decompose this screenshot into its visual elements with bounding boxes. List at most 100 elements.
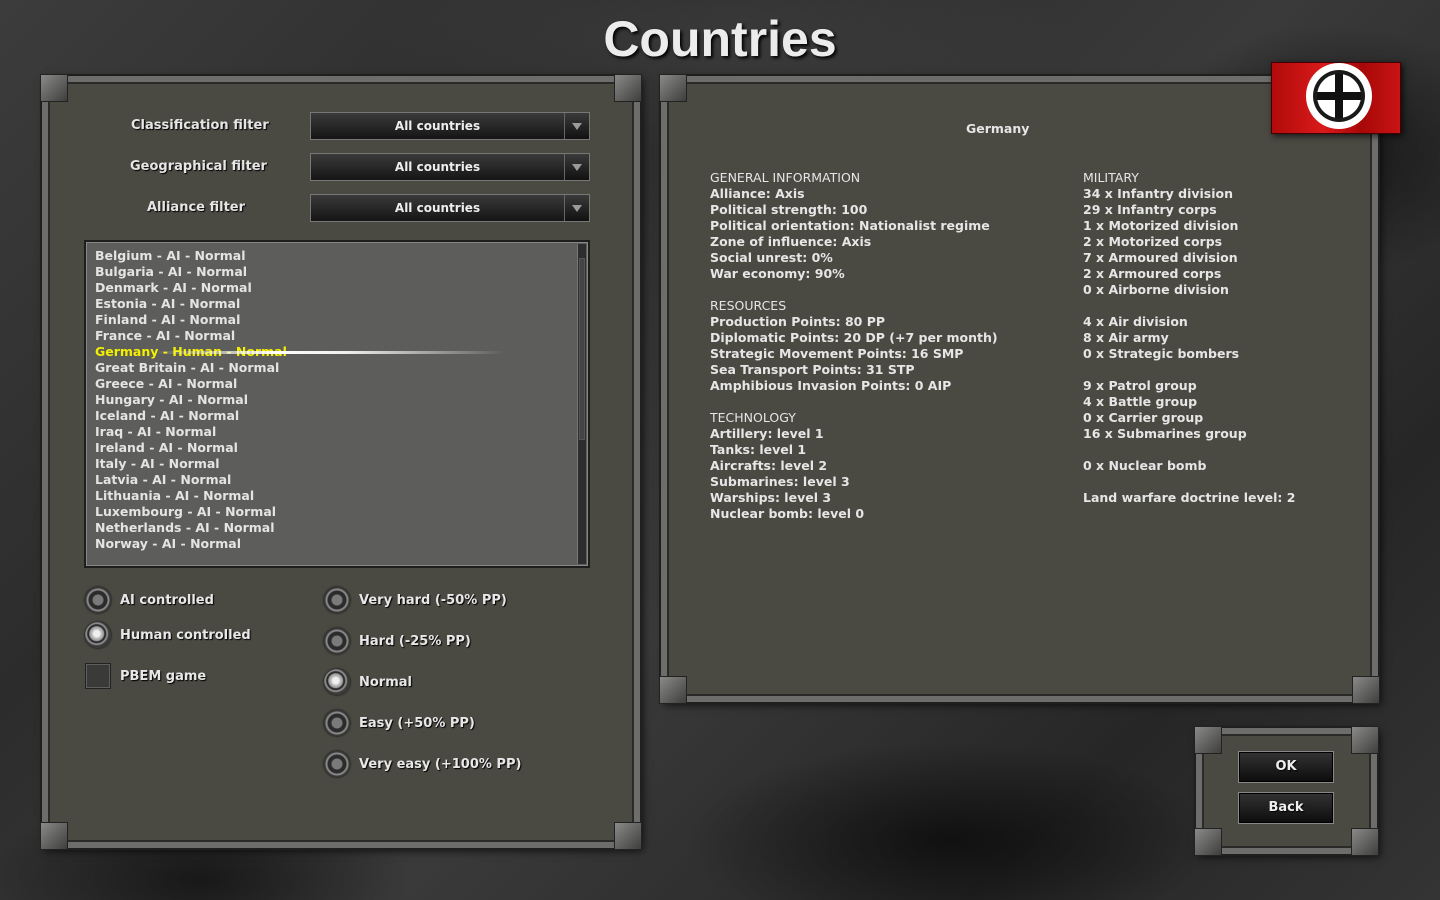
back-button[interactable]: Back [1238, 792, 1334, 824]
country-list-item[interactable]: Finland - AI - Normal [95, 312, 588, 328]
info-line: Amphibious Invasion Points: 0 AIP [710, 378, 952, 393]
info-line: Sea Transport Points: 31 STP [710, 362, 915, 377]
country-list-item[interactable]: Germany - Human - Normal [95, 344, 588, 360]
country-list-item[interactable]: Estonia - AI - Normal [95, 296, 588, 312]
difficulty-radio-very-easy[interactable] [324, 751, 350, 777]
info-line: Diplomatic Points: 20 DP (+7 per month) [710, 330, 998, 345]
info-line: 1 x Motorized division [1083, 218, 1239, 233]
info-line: Alliance: Axis [710, 186, 805, 201]
info-line: 2 x Motorized corps [1083, 234, 1223, 249]
classification-filter-dropdown[interactable]: All countries [310, 112, 590, 140]
ai-controlled-radio[interactable] [85, 587, 111, 613]
difficulty-radio-normal[interactable] [324, 669, 350, 695]
info-line: Political orientation: Nationalist regim… [710, 218, 990, 233]
country-list[interactable]: Belgium - AI - Normal Bulgaria - AI - Nor… [84, 240, 590, 568]
panel-corner [659, 676, 687, 704]
difficulty-label: Very hard (-50% PP) [359, 593, 507, 608]
general-info-section: GENERAL INFORMATION Alliance: Axis Polit… [710, 170, 998, 522]
chevron-down-icon[interactable] [565, 195, 589, 221]
country-list-items: Belgium - AI - Normal Bulgaria - AI - Nor… [86, 242, 588, 552]
country-list-item[interactable]: Latvia - AI - Normal [95, 472, 588, 488]
info-line: Zone of influence: Axis [710, 234, 872, 249]
military-section: MILITARY 34 x Infantry division 29 x Inf… [1083, 170, 1295, 506]
info-line: Strategic Movement Points: 16 SMP [710, 346, 964, 361]
country-name: Germany [966, 121, 1030, 136]
info-line: Warships: level 3 [710, 490, 832, 505]
info-line: 2 x Armoured corps [1083, 266, 1222, 281]
geographical-filter-dropdown[interactable]: All countries [310, 153, 590, 181]
country-list-item[interactable]: Belgium - AI - Normal [95, 248, 588, 264]
chevron-down-icon[interactable] [565, 113, 589, 139]
country-list-item[interactable]: Hungary - AI - Normal [95, 392, 588, 408]
difficulty-label: Easy (+50% PP) [359, 716, 475, 731]
difficulty-radio-hard[interactable] [324, 628, 350, 654]
info-line: 0 x Carrier group [1083, 410, 1204, 425]
geographical-filter-label: Geographical filter [130, 159, 267, 174]
info-line: 4 x Air division [1083, 314, 1188, 329]
country-list-item[interactable]: Iceland - AI - Normal [95, 408, 588, 424]
section-heading: GENERAL INFORMATION [710, 170, 861, 185]
panel-corner [40, 74, 68, 102]
info-line: Aircrafts: level 2 [710, 458, 828, 473]
ok-button[interactable]: OK [1238, 751, 1334, 783]
panel-corner [40, 822, 68, 850]
info-line: Land warfare doctrine level: 2 [1083, 490, 1296, 505]
country-list-item[interactable]: Lithuania - AI - Normal [95, 488, 588, 504]
difficulty-label: Very easy (+100% PP) [359, 757, 522, 772]
classification-filter-label: Classification filter [131, 118, 269, 133]
info-line: 0 x Airborne division [1083, 282, 1229, 297]
country-list-item[interactable]: Luxembourg - AI - Normal [95, 504, 588, 520]
alliance-filter-label: Alliance filter [147, 200, 246, 215]
section-heading: RESOURCES [710, 298, 787, 313]
difficulty-label: Hard (-25% PP) [359, 634, 471, 649]
country-list-item[interactable]: Italy - AI - Normal [95, 456, 588, 472]
difficulty-label: Normal [359, 675, 412, 690]
info-line: 29 x Infantry corps [1083, 202, 1217, 217]
info-line: Political strength: 100 [710, 202, 868, 217]
panel-corner [1194, 828, 1222, 856]
ai-controlled-label: AI controlled [120, 593, 214, 608]
info-line: 0 x Nuclear bomb [1083, 458, 1207, 473]
panel-corner [1351, 726, 1379, 754]
info-line: Tanks: level 1 [710, 442, 807, 457]
country-list-item[interactable]: Ireland - AI - Normal [95, 440, 588, 456]
info-line: Nuclear bomb: level 0 [710, 506, 865, 521]
panel-corner [1352, 676, 1380, 704]
info-line: War economy: 90% [710, 266, 845, 281]
country-list-item[interactable]: Great Britain - AI - Normal [95, 360, 588, 376]
alliance-filter-dropdown[interactable]: All countries [310, 194, 590, 222]
info-line: 34 x Infantry division [1083, 186, 1233, 201]
info-line: 9 x Patrol group [1083, 378, 1197, 393]
geographical-filter-value: All countries [311, 154, 565, 180]
scrollbar-thumb[interactable] [579, 258, 585, 440]
page-title: Countries [603, 11, 837, 67]
country-list-item[interactable]: France - AI - Normal [95, 328, 588, 344]
alliance-filter-value: All countries [311, 195, 565, 221]
country-list-item[interactable]: Norway - AI - Normal [95, 536, 588, 552]
chevron-down-icon[interactable] [565, 154, 589, 180]
section-heading: TECHNOLOGY [710, 410, 796, 425]
info-line: 0 x Strategic bombers [1083, 346, 1240, 361]
pbem-game-label: PBEM game [120, 669, 207, 684]
info-line: Submarines: level 3 [710, 474, 850, 489]
country-list-item[interactable]: Netherlands - AI - Normal [95, 520, 588, 536]
info-line: 8 x Air army [1083, 330, 1169, 345]
info-line: 7 x Armoured division [1083, 250, 1238, 265]
difficulty-radio-very-hard[interactable] [324, 587, 350, 613]
difficulty-radio-easy[interactable] [324, 710, 350, 736]
info-line: Artillery: level 1 [710, 426, 824, 441]
country-list-scrollbar[interactable] [577, 244, 586, 564]
classification-filter-value: All countries [311, 113, 565, 139]
panel-corner [1194, 726, 1222, 754]
pbem-game-checkbox[interactable] [85, 663, 111, 689]
country-list-item[interactable]: Denmark - AI - Normal [95, 280, 588, 296]
country-list-item[interactable]: Bulgaria - AI - Normal [95, 264, 588, 280]
country-list-item[interactable]: Greece - AI - Normal [95, 376, 588, 392]
human-controlled-radio[interactable] [85, 622, 111, 648]
human-controlled-label: Human controlled [120, 628, 251, 643]
country-list-item[interactable]: Iraq - AI - Normal [95, 424, 588, 440]
info-line: Production Points: 80 PP [710, 314, 886, 329]
info-line: Social unrest: 0% [710, 250, 833, 265]
info-line: 4 x Battle group [1083, 394, 1198, 409]
section-heading: MILITARY [1083, 170, 1139, 185]
